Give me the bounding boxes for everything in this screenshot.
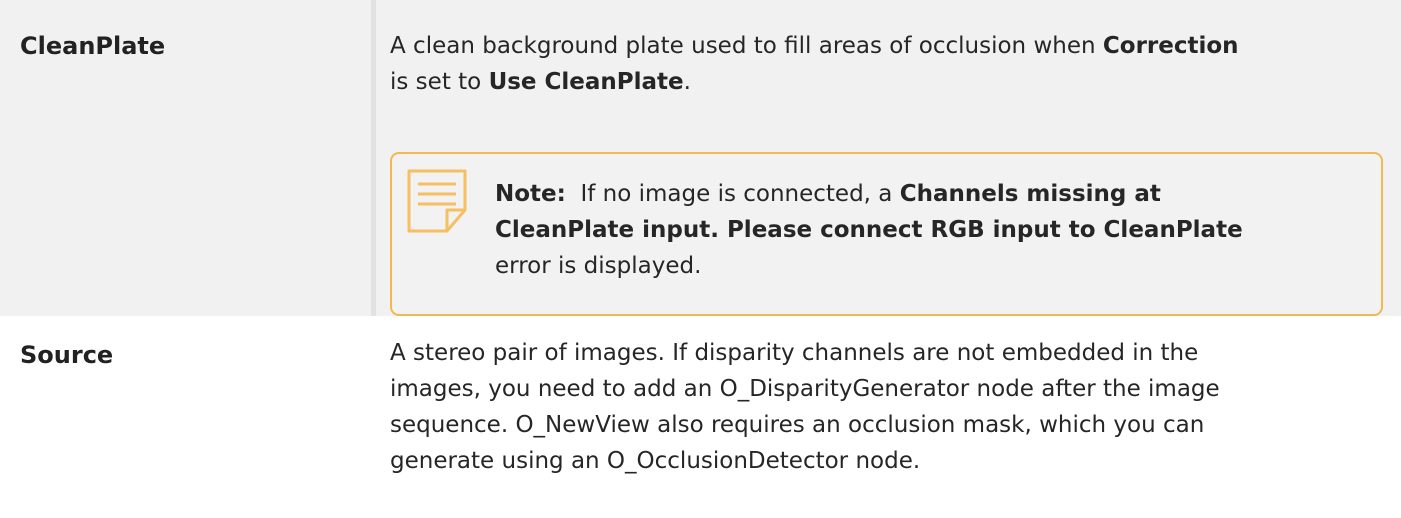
input-description: A stereo pair of images. If disparity ch… (390, 335, 1390, 479)
input-name: CleanPlate (20, 32, 166, 60)
description-line: sequence. O_NewView also requires an occ… (390, 412, 1205, 438)
description-line: is set to Use CleanPlate. (390, 69, 691, 95)
description-line: A stereo pair of images. If disparity ch… (390, 340, 1199, 366)
correction-term: Correction (1102, 33, 1239, 59)
input-name: Source (20, 341, 114, 369)
note-text: Note: If no image is connected, a Channe… (495, 176, 1375, 284)
description-line: generate using an O_OcclusionDetector no… (390, 448, 921, 474)
note-line: CleanPlate input. Please connect RGB inp… (495, 217, 1243, 243)
note-icon (407, 169, 467, 233)
description-line: A clean background plate used to fill ar… (390, 33, 1239, 59)
note-label: Note: (495, 181, 566, 207)
table-row: CleanPlate A clean background plate used… (0, 0, 1401, 316)
description-line: images, you need to add an O_DisparityGe… (390, 376, 1220, 402)
table-row: Source A stereo pair of images. If dispa… (0, 316, 1401, 518)
note-line: error is displayed. (495, 253, 702, 279)
input-description: A clean background plate used to fill ar… (390, 28, 1390, 100)
use-cleanplate-term: Use CleanPlate (488, 69, 684, 95)
column-divider (371, 0, 376, 316)
note-callout: Note: If no image is connected, a Channe… (390, 152, 1383, 316)
note-line: Note: If no image is connected, a Channe… (495, 181, 1161, 207)
input-table: CleanPlate A clean background plate used… (0, 0, 1401, 518)
